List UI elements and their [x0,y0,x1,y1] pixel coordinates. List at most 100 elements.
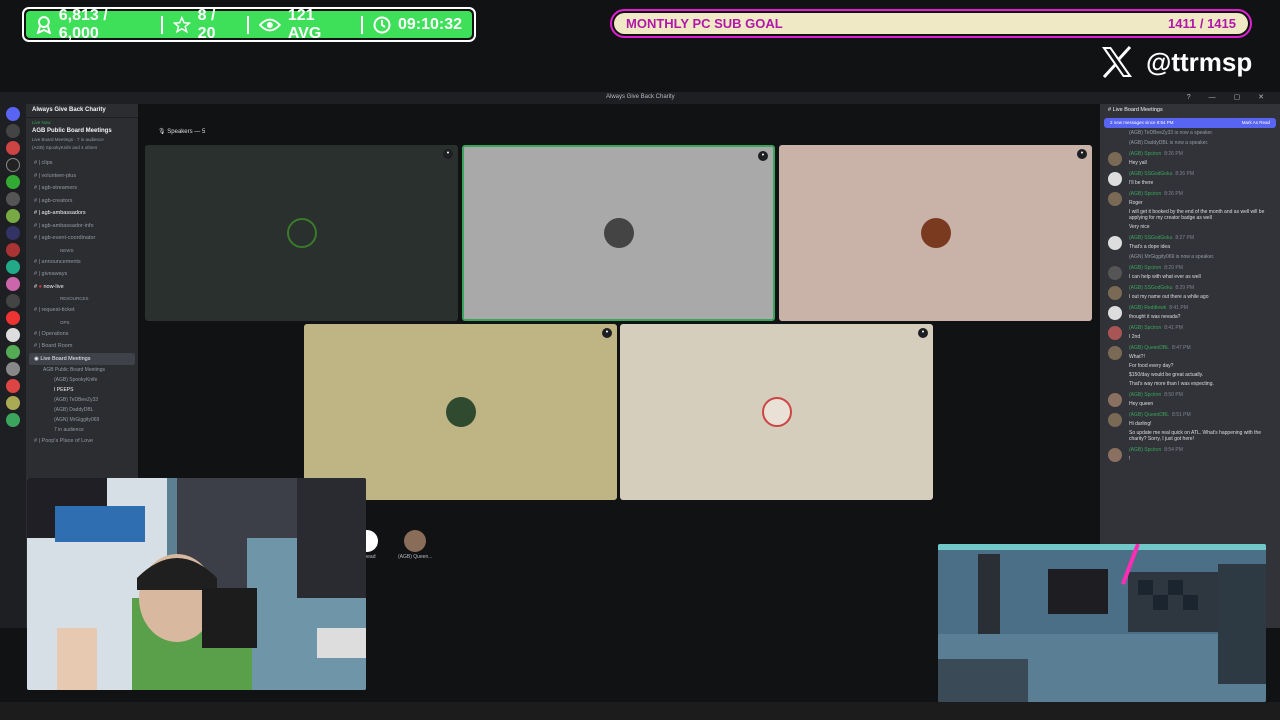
server-icon[interactable] [6,345,20,359]
channel-live-board-meetings[interactable]: ◉ Live Board Meetings [29,352,135,365]
voice-member[interactable]: (AGB) SpookyKnife [26,375,138,385]
avatar[interactable] [1108,266,1122,280]
channel-announcements[interactable]: # | announcements [26,256,138,269]
message-author[interactable]: (AGB) Spciron [1129,265,1161,271]
message-author[interactable]: (AGB) SSGodGoku [1129,235,1172,241]
speaker-avatar [445,397,476,427]
server-icon[interactable] [6,175,20,189]
avatar[interactable] [1108,286,1122,300]
stage-title[interactable]: AGB Public Board Meetings [26,128,138,137]
speaker-tile[interactable]: • [779,145,1092,321]
message-author[interactable]: (AGB) Reddlewk [1129,305,1166,311]
avatar[interactable] [1108,346,1122,360]
channel-now-live[interactable]: # ● now-live [26,281,138,294]
viewers-stat: 121 AVG [249,7,361,42]
channel-agb-event-coordinator[interactable]: # | agb-event-coordinator [26,232,138,245]
server-icon[interactable] [6,311,20,325]
message-author[interactable]: (AGB) Spciron [1129,191,1161,197]
chat-header: # Live Board Meetings [1108,107,1163,113]
server-icon[interactable] [6,362,20,376]
category-ops[interactable]: OPS [26,317,138,328]
mark-as-read-button[interactable]: Mark As Read [1242,120,1270,126]
more-icon[interactable]: • [602,328,612,338]
server-icon[interactable] [6,192,20,206]
channel-volunteer-plus[interactable]: # | volunteer-plus [26,170,138,183]
speaker-tile-speaking[interactable]: • [462,145,775,321]
avatar[interactable] [1108,393,1122,407]
server-icon[interactable] [6,260,20,274]
sub-goal-bar: MONTHLY PC SUB GOAL 1411 / 1415 [610,9,1252,38]
channel-giveaways[interactable]: # | giveaways [26,268,138,281]
chat-message: (AGB) Reddlewk 8:41 PM thought it was neva… [1100,302,1280,322]
channel-agb-ambassadors[interactable]: # | agb-ambassadors [26,207,138,220]
more-icon[interactable]: • [443,149,453,159]
message-text: I 2nd [1129,334,1141,340]
voice-member[interactable]: I PEEPS [26,385,138,395]
category-resources[interactable]: RESOURCES [26,293,138,304]
avatar[interactable] [1108,306,1122,320]
message-author[interactable]: (AGB) SSGodGoku [1129,285,1172,291]
window-controls[interactable]: ? — ▢ ✕ [1187,93,1272,101]
message-text: That's way more than I was expecting. [1129,381,1214,387]
message-author[interactable]: (AGB) Spciron [1129,392,1161,398]
avatar[interactable] [1108,448,1122,462]
avatar[interactable] [1108,236,1122,250]
server-icon[interactable] [6,243,20,257]
more-icon[interactable]: • [918,328,928,338]
server-icon[interactable] [6,124,20,138]
message-text: Roger [1129,200,1143,206]
avatar[interactable] [1108,172,1122,186]
more-icon[interactable]: • [1077,149,1087,159]
server-icon[interactable] [6,328,20,342]
chat-message: (AGB) QueenDBL 8:51 PM Hi darling! So updat… [1100,409,1280,444]
channel-agb-creators[interactable]: # | agb-creators [26,195,138,208]
speaker-tile[interactable]: • [304,324,617,500]
voice-member[interactable]: (AGB) DaddyDBL [26,405,138,415]
more-icon[interactable]: • [758,151,768,161]
server-icon[interactable] [6,277,20,291]
server-icon[interactable] [6,396,20,410]
server-icon[interactable] [6,379,20,393]
channel-agb-streamers[interactable]: # | agb-streamers [26,182,138,195]
server-icon[interactable] [6,141,20,155]
add-server-icon[interactable] [6,413,20,427]
chat-message: (AGB) SSGodGoku 8:26 PM I'll be there [1100,168,1280,188]
new-messages-banner[interactable]: 2 new messages since 8:54 PM Mark As Rea… [1104,118,1276,128]
timer-stat: 09:10:32 [363,11,472,38]
avatar[interactable] [1108,152,1122,166]
avatar[interactable] [1108,413,1122,427]
server-icon[interactable] [6,158,20,172]
avatar[interactable] [1108,192,1122,206]
message-author[interactable]: (AGB) SSGodGoku [1129,171,1172,177]
message-text: I can help with what ever as well [1129,274,1201,280]
streamer-webcam [27,478,366,690]
speaker-tile[interactable]: • [620,324,933,500]
message-timestamp: 8:29 PM [1175,285,1194,291]
category-news[interactable]: NEWS [26,245,138,256]
audience-member[interactable]: (AGB) Queen... [398,530,432,560]
channel-agb-ambassador-info[interactable]: # | agb-ambassador-info [26,220,138,233]
channel-poops-place[interactable]: # | Poop's Place of Love [26,435,138,448]
server-icon[interactable] [6,294,20,308]
speaker-avatar [761,397,792,427]
avatar[interactable] [1108,326,1122,340]
message-author[interactable]: (AGB) QueenDBL [1129,412,1169,418]
message-timestamp: 8:51 PM [1172,412,1191,418]
message-author[interactable]: (AGB) Spciron [1129,447,1161,453]
channel-operations[interactable]: # | Operations [26,328,138,341]
server-name[interactable]: Always Give Back Charity [26,104,138,118]
server-icon[interactable] [6,209,20,223]
channel-request-ticket[interactable]: # | request-ticket [26,304,138,317]
channel-clips[interactable]: # | clips [26,157,138,170]
server-icon[interactable] [6,226,20,240]
voice-member[interactable]: (AGN) MrGiggity069 [26,415,138,425]
voice-member[interactable]: (AGB) TeDBeeZy33 [26,395,138,405]
message-author[interactable]: (AGB) QueenDBL [1129,345,1169,351]
speaker-tile[interactable]: • [145,145,458,321]
discord-home-icon[interactable] [6,107,20,121]
message-author[interactable]: (AGB) Spciron [1129,151,1161,157]
stars-stat: 8 / 20 [163,7,247,42]
speaker-avatar [920,218,951,248]
channel-board-room[interactable]: # | Board Room [26,340,138,353]
message-author[interactable]: (AGB) Spciron [1129,325,1161,331]
